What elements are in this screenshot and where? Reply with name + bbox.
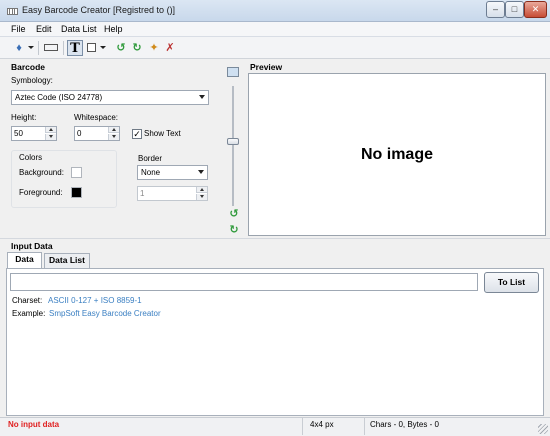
menu-data-list[interactable]: Data List [61, 24, 97, 34]
status-image-size: 4x4 px [310, 420, 334, 429]
example-value[interactable]: SmpSoft Easy Barcode Creator [49, 309, 161, 318]
status-message: No input data [8, 420, 60, 429]
spin-down-icon[interactable] [196, 194, 207, 200]
symbology-select[interactable]: Aztec Code (ISO 24778) [11, 90, 209, 105]
rotate-right-icon[interactable]: ↻ [226, 222, 242, 238]
background-color-swatch[interactable] [71, 167, 82, 178]
menu-file[interactable]: File [11, 24, 26, 34]
close-button[interactable]: ✕ [524, 1, 547, 18]
bars-frame-icon[interactable] [44, 44, 58, 51]
toolbar-separator [38, 41, 39, 55]
spin-up-icon[interactable] [108, 127, 119, 133]
preview-title: Preview [250, 62, 283, 72]
spin-down-icon[interactable] [108, 134, 119, 140]
menu-edit[interactable]: Edit [36, 24, 52, 34]
data-input[interactable] [10, 273, 478, 291]
border-icon[interactable] [87, 43, 96, 52]
fit-image-icon[interactable] [227, 67, 239, 77]
border-value: None [141, 168, 161, 177]
whitespace-label: Whitespace: [74, 113, 119, 122]
tab-data[interactable]: Data [7, 252, 42, 268]
clear-icon[interactable]: ✗ [162, 40, 178, 56]
example-label: Example: [12, 309, 46, 318]
chevron-down-icon [198, 170, 204, 174]
chevron-down-icon[interactable] [28, 46, 34, 49]
tab-data-list[interactable]: Data List [44, 253, 90, 268]
magic-wand-icon[interactable]: ✦ [146, 40, 162, 56]
status-separator [364, 418, 365, 435]
symbology-value: Aztec Code (ISO 24778) [15, 93, 103, 102]
barcode-type-icon[interactable]: ♦ [11, 40, 27, 56]
colors-title: Colors [19, 153, 43, 162]
no-image-placeholder: No image [360, 146, 433, 163]
border-width-spinner[interactable]: 1 [137, 186, 208, 201]
chevron-down-icon[interactable] [100, 46, 106, 49]
symbology-label: Symbology: [11, 76, 53, 85]
charset-value: ASCII 0-127 + ISO 8859-1 [48, 296, 142, 305]
status-bar [0, 417, 550, 436]
whitespace-value: 0 [77, 129, 82, 138]
rotate-left-icon[interactable]: ↺ [226, 206, 242, 222]
height-label: Height: [11, 113, 37, 122]
input-data-title: Input Data [11, 241, 53, 251]
border-title: Border [138, 154, 163, 163]
rotate-left-icon[interactable]: ↺ [113, 40, 129, 56]
status-char-count: Chars - 0, Bytes - 0 [370, 420, 439, 429]
rotate-right-icon[interactable]: ↻ [129, 40, 145, 56]
charset-label: Charset: [12, 296, 43, 305]
status-separator [302, 418, 303, 435]
minimize-button[interactable]: – [486, 1, 505, 18]
zoom-slider-handle[interactable] [227, 138, 239, 145]
show-text-checkbox[interactable]: ✓ [132, 129, 142, 139]
zoom-slider-track [232, 86, 234, 206]
height-value: 50 [14, 129, 23, 138]
maximize-button[interactable]: □ [505, 1, 524, 18]
show-text-toggle-icon[interactable]: T [67, 40, 83, 56]
app-icon [7, 8, 18, 15]
window-title: Easy Barcode Creator [Registred to ()] [22, 5, 176, 15]
foreground-label: Foreground: [19, 188, 63, 197]
border-width-value: 1 [140, 189, 145, 198]
barcode-section-title: Barcode [11, 62, 46, 72]
whitespace-spinner[interactable]: 0 [74, 126, 120, 141]
border-select[interactable]: None [137, 165, 208, 180]
background-label: Background: [19, 168, 64, 177]
spin-down-icon[interactable] [45, 134, 56, 140]
show-text-label: Show Text [144, 129, 181, 138]
spin-up-icon[interactable] [45, 127, 56, 133]
menu-help[interactable]: Help [104, 24, 123, 34]
foreground-color-swatch[interactable] [71, 187, 82, 198]
spin-up-icon[interactable] [196, 187, 207, 193]
to-list-button[interactable]: To List [484, 272, 539, 293]
chevron-down-icon [199, 95, 205, 99]
resize-grip-icon[interactable] [538, 424, 548, 434]
height-spinner[interactable]: 50 [11, 126, 57, 141]
toolbar-separator [63, 41, 64, 55]
section-divider [0, 238, 550, 239]
